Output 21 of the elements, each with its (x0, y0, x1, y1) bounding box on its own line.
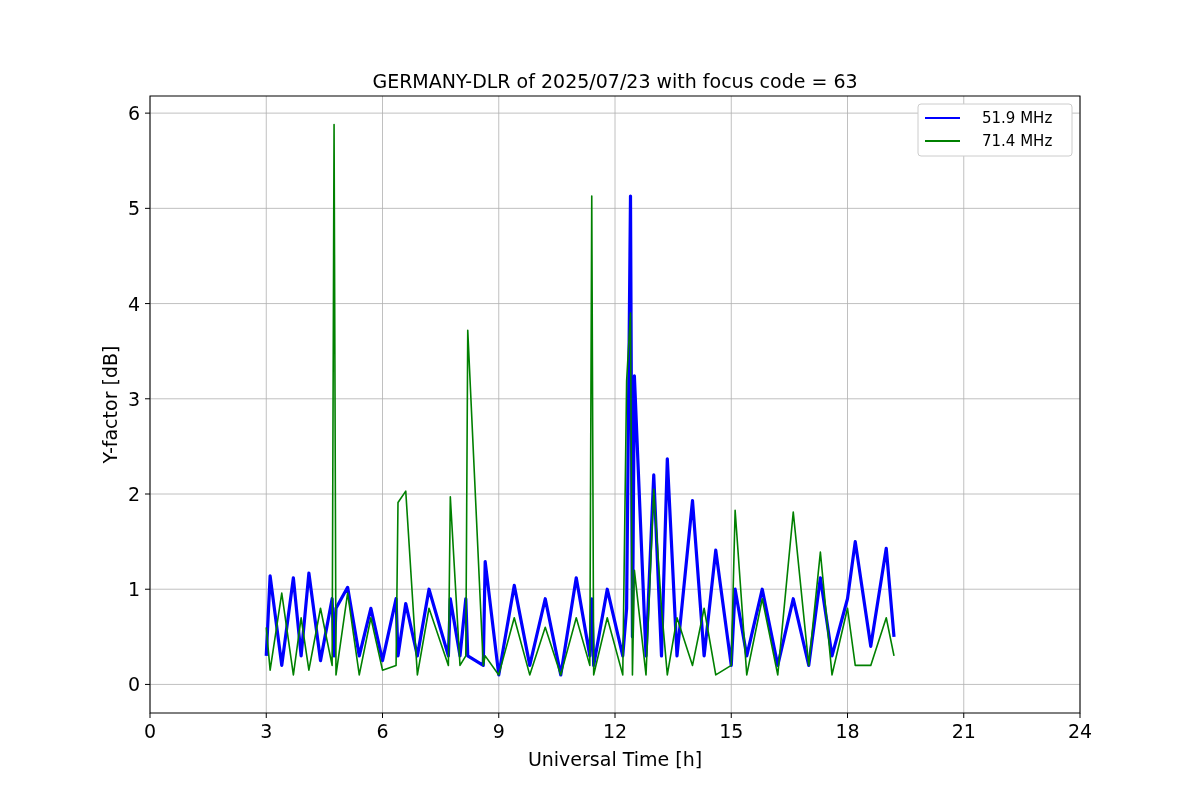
x-tick-label: 21 (951, 720, 976, 742)
legend-label: 71.4 MHz (982, 132, 1053, 150)
y-axis-label: Y-factor [dB] (99, 345, 121, 464)
y-tick-label: 3 (127, 387, 140, 410)
legend-label: 51.9 MHz (982, 109, 1053, 127)
x-axis-label: Universal Time [h] (527, 748, 703, 770)
chart-title: GERMANY-DLR of 2025/07/23 with focus code = 63 (372, 70, 858, 92)
x-tick-label: 15 (719, 720, 744, 742)
x-tick-label: 18 (835, 720, 860, 742)
x-tick-label: 6 (376, 720, 389, 742)
x-tick-label: 24 (1067, 720, 1093, 742)
y-tick-label: 4 (127, 292, 140, 315)
y-tick-label: 0 (127, 673, 140, 696)
y-tick-label: 1 (127, 578, 140, 601)
y-tick-label: 6 (127, 102, 140, 125)
y-tick-label: 2 (127, 483, 140, 505)
x-tick-label: 3 (260, 720, 273, 742)
y-tick-label: 5 (127, 197, 140, 220)
x-tick-label: 9 (492, 720, 505, 742)
x-tick-label: 0 (143, 720, 157, 742)
x-tick-label: 12 (602, 720, 628, 742)
